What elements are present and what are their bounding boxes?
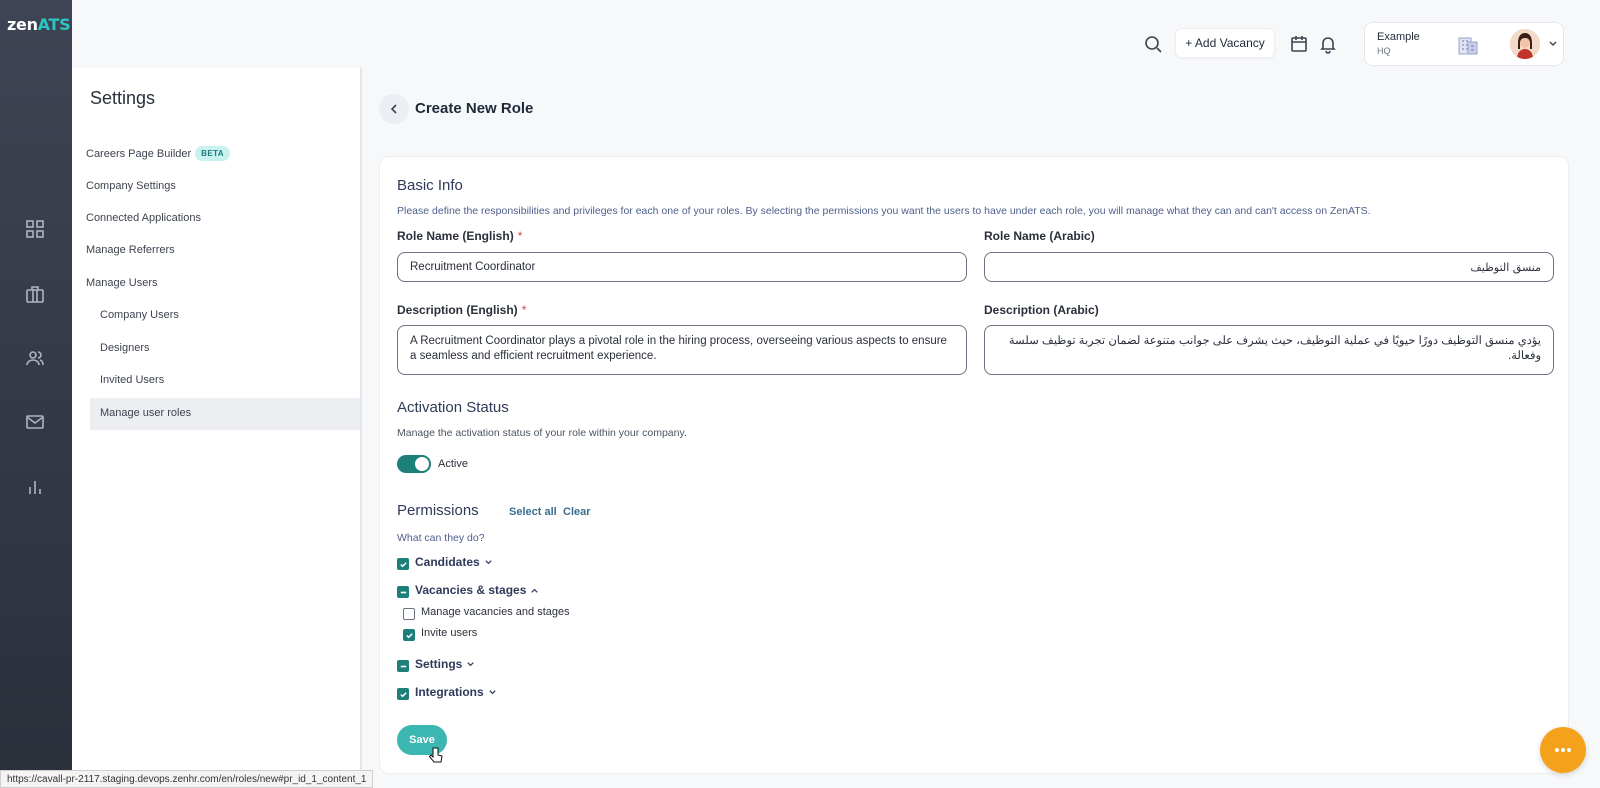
nav-invited-users[interactable]: Invited Users [100, 374, 164, 386]
nav-manage-user-roles[interactable]: Manage user roles [100, 407, 191, 419]
chevron-up-icon [531, 588, 539, 593]
back-button[interactable] [379, 94, 409, 124]
settings-sidebar: Settings Careers Page Builder BETA Compa… [72, 68, 362, 788]
nav-designers[interactable]: Designers [100, 342, 150, 354]
company-name: Example [1377, 31, 1420, 43]
company-switcher[interactable]: Example HQ [1364, 22, 1564, 66]
basic-info-description: Please define the responsibilities and p… [397, 205, 1371, 217]
chevron-left-icon [390, 104, 397, 114]
manage-vacancies-label: Manage vacancies and stages [421, 606, 570, 618]
check-icon [399, 691, 407, 697]
zenats-logo[interactable]: zenATS [7, 15, 71, 34]
page-title: Create New Role [415, 100, 534, 117]
role-name-ar-label: Role Name (Arabic) [984, 229, 1095, 243]
bar-chart-icon[interactable] [24, 476, 46, 498]
bell-icon[interactable] [1318, 34, 1338, 54]
invite-users-checkbox[interactable] [403, 629, 415, 641]
beta-badge: BETA [195, 146, 230, 161]
nav-company-users[interactable]: Company Users [100, 309, 179, 321]
mail-icon[interactable] [24, 411, 46, 433]
grid-icon[interactable] [24, 218, 46, 240]
toggle-knob [415, 457, 429, 471]
description-ar-label: Description (Arabic) [984, 303, 1099, 317]
status-bar-url: https://cavall-pr-2117.staging.devops.ze… [0, 770, 374, 788]
company-sub: HQ [1377, 46, 1391, 56]
chevron-down-icon [1549, 41, 1557, 46]
manage-vacancies-checkbox[interactable] [403, 608, 415, 620]
role-form-card: Basic Info Please define the responsibil… [379, 156, 1569, 774]
more-options-fab[interactable] [1540, 727, 1586, 773]
invite-users-label: Invite users [421, 627, 478, 639]
nav-manage-referrers[interactable]: Manage Referrers [86, 244, 175, 256]
avatar[interactable] [1510, 29, 1540, 59]
minus-icon [400, 665, 406, 667]
description-en-label: Description (English) * [397, 303, 527, 317]
select-all-button[interactable]: Select all [509, 506, 557, 518]
role-name-en-input[interactable] [397, 252, 967, 282]
hand-cursor-icon [428, 747, 443, 763]
chevron-down-icon [489, 689, 496, 694]
integrations-checkbox[interactable] [397, 688, 409, 700]
role-name-ar-input[interactable] [984, 252, 1554, 282]
check-icon [399, 561, 407, 567]
candidates-group[interactable]: Candidates [415, 555, 493, 569]
building-icon [1458, 37, 1478, 55]
chevron-down-icon [485, 559, 492, 564]
calendar-icon[interactable] [1289, 34, 1309, 54]
vacancies-group[interactable]: Vacancies & stages [415, 583, 539, 597]
activation-status-description: Manage the activation status of your rol… [397, 427, 687, 439]
settings-title: Settings [90, 88, 156, 108]
integrations-group[interactable]: Integrations [415, 685, 497, 699]
chevron-down-icon [467, 661, 474, 666]
description-ar-textarea[interactable]: يؤدي منسق التوظيف دورًا حيويًا في عملية … [984, 325, 1554, 375]
nav-label: Careers Page Builder [86, 147, 192, 160]
candidates-checkbox[interactable] [397, 558, 409, 570]
nav-company-settings[interactable]: Company Settings [86, 180, 176, 192]
nav-careers-page-builder[interactable]: Careers Page Builder BETA [86, 146, 230, 161]
activation-status-title: Activation Status [397, 399, 509, 416]
settings-checkbox[interactable] [397, 660, 409, 672]
ellipsis-icon [1555, 748, 1571, 752]
check-icon [405, 632, 413, 638]
active-toggle[interactable] [397, 455, 431, 473]
add-vacancy-button[interactable]: + Add Vacancy [1175, 28, 1275, 58]
nav-connected-applications[interactable]: Connected Applications [86, 212, 201, 224]
clear-button[interactable]: Clear [563, 506, 591, 518]
app-rail: zenATS [0, 0, 72, 788]
vacancies-checkbox[interactable] [397, 586, 409, 598]
active-toggle-label: Active [438, 458, 468, 470]
description-en-textarea[interactable]: A Recruitment Coordinator plays a pivota… [397, 325, 967, 375]
basic-info-title: Basic Info [397, 177, 463, 194]
nav-manage-users[interactable]: Manage Users [86, 277, 158, 289]
permissions-subtitle: What can they do? [397, 532, 485, 544]
search-icon[interactable] [1143, 34, 1163, 54]
permissions-title: Permissions [397, 502, 479, 519]
settings-group[interactable]: Settings [415, 657, 475, 671]
users-icon[interactable] [24, 347, 46, 369]
role-name-en-label: Role Name (English) * [397, 229, 523, 243]
minus-icon [400, 591, 406, 593]
briefcase-icon[interactable] [24, 283, 46, 305]
